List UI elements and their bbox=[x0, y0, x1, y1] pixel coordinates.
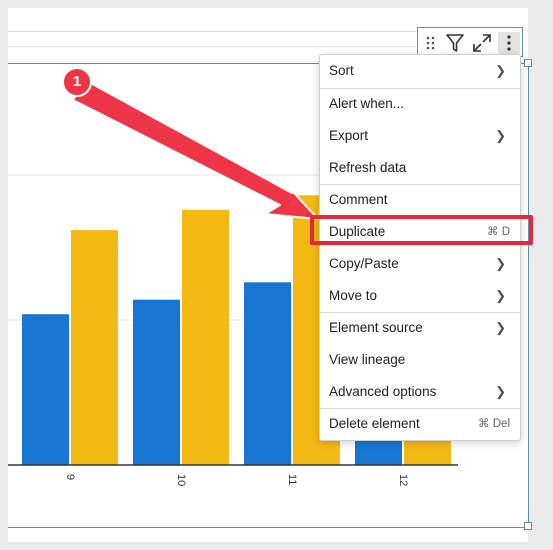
highlight-box bbox=[310, 215, 533, 245]
step-badge: 1 bbox=[62, 67, 92, 97]
